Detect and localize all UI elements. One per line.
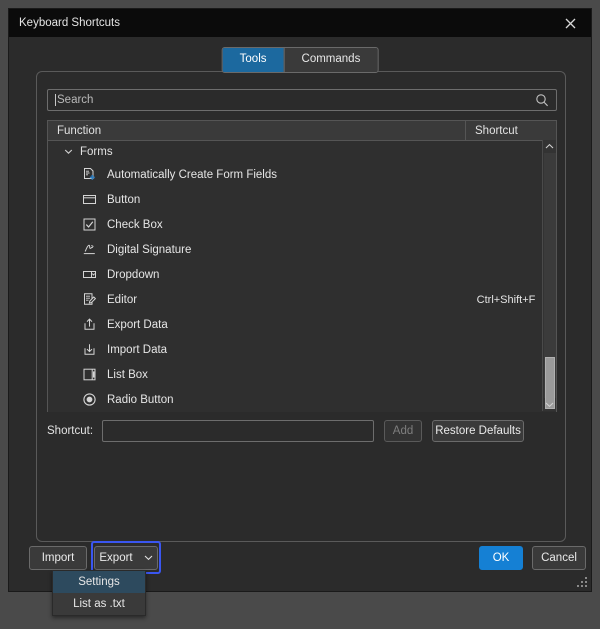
cancel-button[interactable]: Cancel	[532, 546, 586, 570]
shortcut-input[interactable]	[102, 420, 375, 442]
export-data-icon	[81, 316, 98, 333]
menu-item-settings[interactable]: Settings	[53, 571, 145, 593]
column-header-shortcut[interactable]: Shortcut	[466, 121, 556, 140]
shortcut-label: Shortcut:	[47, 425, 94, 437]
ok-button[interactable]: OK	[479, 546, 523, 570]
table-header: Function Shortcut	[48, 121, 556, 141]
table-row[interactable]: Digital Signature	[48, 237, 556, 262]
table-row[interactable]: Button	[48, 187, 556, 212]
row-function-label: Export Data	[107, 318, 168, 331]
row-function-label: Button	[107, 193, 141, 206]
radio-button-icon	[81, 391, 98, 408]
menu-item-list-as-txt[interactable]: List as .txt	[53, 593, 145, 615]
list-box-icon	[81, 366, 98, 383]
search-input[interactable]: Search	[47, 89, 557, 111]
search-icon[interactable]	[535, 93, 549, 110]
row-function-label: Editor	[107, 293, 138, 306]
keyboard-shortcuts-dialog: Keyboard Shortcuts Tools Commands Search	[8, 8, 592, 592]
row-function-label: List Box	[107, 368, 148, 381]
shortcuts-table: Function Shortcut Forms Automatically Cr…	[47, 120, 557, 412]
import-button[interactable]: Import	[29, 546, 87, 570]
export-button[interactable]: Export	[94, 546, 158, 570]
dropdown-field-icon	[81, 266, 98, 283]
import-data-icon	[81, 341, 98, 358]
tab-commands[interactable]: Commands	[283, 48, 378, 72]
check-box-icon	[81, 216, 98, 233]
resize-grip-icon[interactable]	[577, 577, 587, 587]
row-shortcut-label: Ctrl+Shift+F	[476, 293, 536, 306]
row-function-label: Check Box	[107, 218, 163, 231]
table-vertical-scrollbar[interactable]	[542, 140, 556, 411]
search-placeholder: Search	[57, 94, 94, 106]
add-button[interactable]: Add	[384, 420, 423, 442]
row-function-label: Radio Button	[107, 393, 174, 406]
table-row[interactable]: List Box	[48, 362, 556, 387]
row-function-label: Automatically Create Form Fields	[107, 168, 277, 181]
group-label: Forms	[80, 145, 113, 158]
chevron-down-icon[interactable]	[64, 147, 73, 156]
table-row[interactable]: Automatically Create Form Fields	[48, 162, 556, 187]
table-group-row-forms[interactable]: Forms	[48, 141, 556, 162]
tab-tools[interactable]: Tools	[222, 48, 284, 72]
table-row[interactable]: Dropdown	[48, 262, 556, 287]
table-row[interactable]: Editor Ctrl+Shift+F	[48, 287, 556, 312]
restore-defaults-button[interactable]: Restore Defaults	[432, 420, 525, 442]
chevron-up-icon[interactable]	[543, 140, 556, 153]
export-button-label: Export	[99, 552, 133, 564]
export-dropdown-menu: Settings List as .txt	[52, 570, 146, 616]
table-row[interactable]: Export Data	[48, 312, 556, 337]
chevron-down-icon[interactable]	[543, 398, 556, 411]
table-row[interactable]: Import Data	[48, 337, 556, 362]
auto-create-form-fields-icon	[81, 166, 98, 183]
dialog-title: Keyboard Shortcuts	[19, 17, 121, 29]
row-function-label: Dropdown	[107, 268, 160, 281]
chevron-down-icon[interactable]	[144, 552, 153, 564]
table-row[interactable]: Check Box	[48, 212, 556, 237]
digital-signature-icon	[81, 241, 98, 258]
table-body: Forms Automatically Create Form Fields B…	[48, 141, 556, 412]
row-function-label: Digital Signature	[107, 243, 192, 256]
search-row: Search	[47, 89, 557, 111]
button-field-icon	[81, 191, 98, 208]
text-caret	[55, 94, 56, 106]
column-header-function[interactable]: Function	[48, 121, 466, 140]
editor-icon	[81, 291, 98, 308]
shortcut-editor-row: Shortcut: Add Restore Defaults	[47, 420, 557, 442]
dialog-titlebar[interactable]: Keyboard Shortcuts	[9, 9, 591, 37]
table-row[interactable]: Radio Button	[48, 387, 556, 412]
row-function-label: Import Data	[107, 343, 168, 356]
shortcuts-groupbox: Search Function Shortcut Forms Automatic…	[36, 71, 566, 542]
close-icon[interactable]	[553, 10, 587, 36]
